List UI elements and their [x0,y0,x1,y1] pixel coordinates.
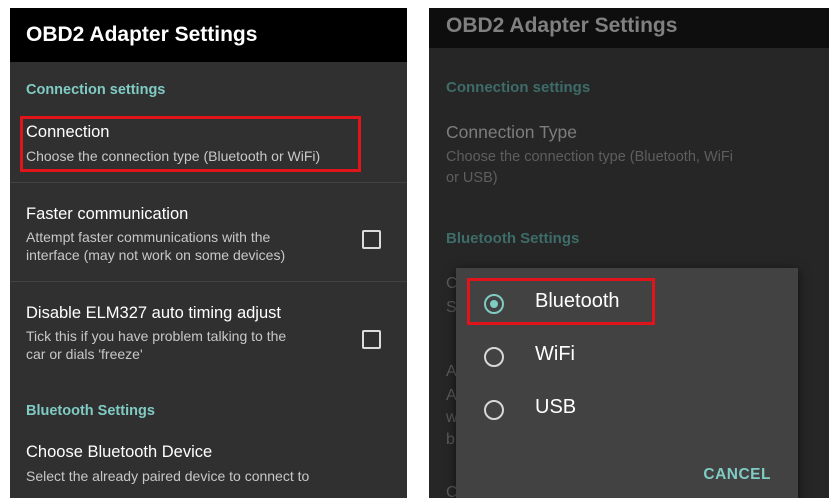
pref-disable-auto-timing[interactable]: Disable ELM327 auto timing adjust Tick t… [10,282,407,380]
settings-screen-left: OBD2 Adapter Settings Connection setting… [10,8,407,498]
pref-connection-type-title: Connection Type [446,122,578,142]
category-bluetooth-settings: Bluetooth Settings [26,403,155,419]
pref-faster-summary-line1: Attempt faster communications with the [26,229,271,245]
radio-unselected-icon[interactable] [484,400,504,420]
pref-choose-bluetooth-device[interactable]: Choose Bluetooth Device Select the alrea… [10,434,407,498]
option-usb[interactable]: USB [456,386,798,434]
app-bar: OBD2 Adapter Settings [429,8,829,48]
category-bluetooth-settings: Bluetooth Settings [446,230,580,247]
pref-bt-device-title: Choose Bluetooth Device [26,443,213,461]
cancel-button[interactable]: CANCEL [703,466,771,484]
pref-faster-communication[interactable]: Faster communication Attempt faster comm… [10,183,407,281]
radio-unselected-icon[interactable] [484,347,504,367]
page-title: OBD2 Adapter Settings [446,14,678,37]
pref-timing-summary-line1: Tick this if you have problem talking to… [26,328,287,344]
faster-communication-checkbox[interactable] [362,230,381,249]
option-wifi-label: WiFi [535,343,575,365]
settings-screen-right: OBD2 Adapter Settings Connection setting… [429,8,829,498]
page-title: OBD2 Adapter Settings [26,23,258,46]
pref-timing-summary-line2: car or dials 'freeze' [26,346,143,362]
disable-timing-checkbox[interactable] [362,330,381,349]
option-wifi[interactable]: WiFi [456,333,798,381]
category-connection-settings: Connection settings [446,79,591,96]
pref-faster-summary-line2: interface (may not work on some devices) [26,247,286,263]
app-bar: OBD2 Adapter Settings [10,8,407,62]
pref-connection-type-summary-line2: or USB) [446,170,498,186]
category-connection-settings: Connection settings [26,82,166,98]
highlight-box-bluetooth [467,278,655,325]
obscured-pref-letter: b [446,431,455,448]
pref-timing-title: Disable ELM327 auto timing adjust [26,304,281,322]
highlight-box-connection [20,116,361,172]
pref-faster-title: Faster communication [26,205,189,223]
option-usb-label: USB [535,396,577,418]
pref-bt-device-summary: Select the already paired device to conn… [26,468,310,484]
pref-connection-type-summary-line1: Choose the connection type (Bluetooth, W… [446,149,733,165]
